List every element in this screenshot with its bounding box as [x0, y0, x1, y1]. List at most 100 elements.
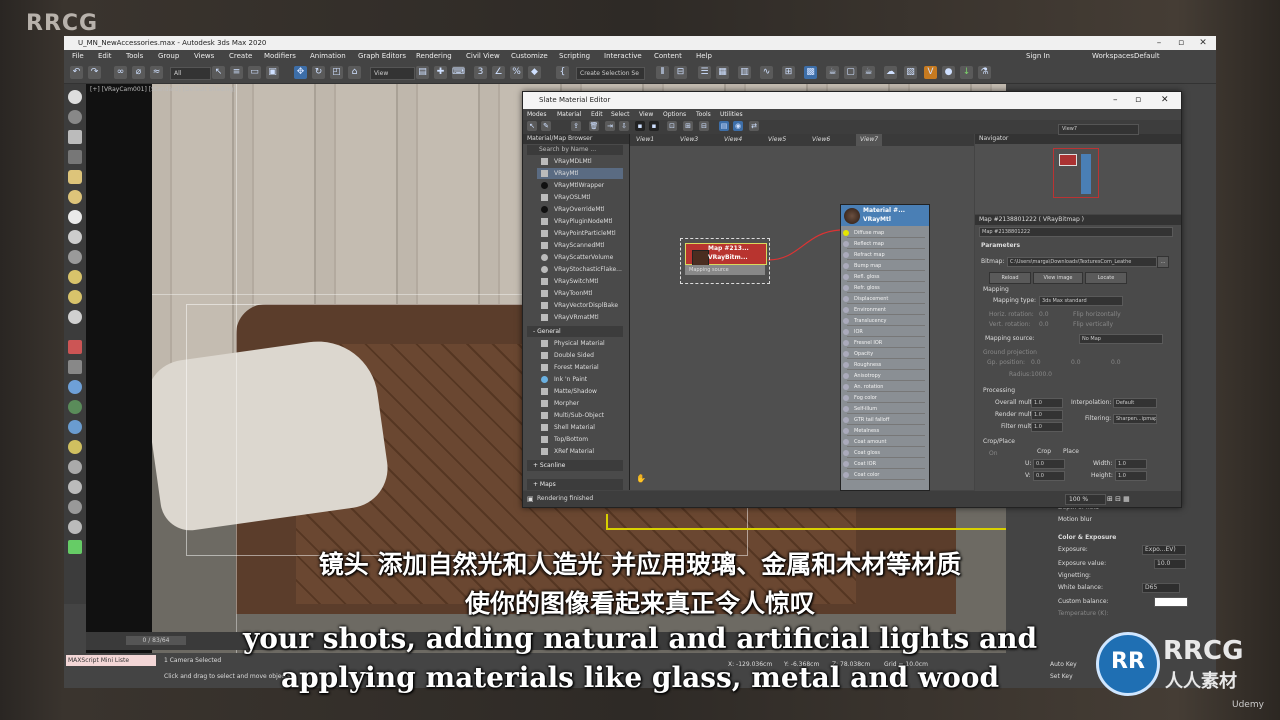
- browser-item[interactable]: Morpher: [537, 398, 623, 409]
- named-selection-icon[interactable]: {: [556, 66, 569, 79]
- scale-icon[interactable]: ◰: [330, 66, 343, 79]
- proxy-icon[interactable]: [68, 310, 82, 324]
- layout-icon[interactable]: ⊡: [667, 121, 677, 131]
- sme-menu-edit[interactable]: Edit: [591, 109, 603, 120]
- browser-item[interactable]: VRayScannedMtl: [537, 240, 623, 251]
- slot-fog-color[interactable]: Fog color: [843, 393, 925, 403]
- select-by-material-icon[interactable]: ◉: [733, 121, 743, 131]
- render-region-icon[interactable]: [68, 480, 82, 494]
- a360-icon[interactable]: ▧: [904, 66, 917, 79]
- browser-item[interactable]: VRayPointParticleMtl: [537, 228, 623, 239]
- grid-icon[interactable]: [68, 360, 82, 374]
- interpolation-dropdown[interactable]: Default: [1113, 398, 1157, 408]
- crop-on-checkbox[interactable]: On: [989, 450, 998, 457]
- browser-item[interactable]: Top/Bottom: [537, 434, 623, 445]
- omni-light-icon[interactable]: [68, 290, 82, 304]
- reference-coordinate-dropdown[interactable]: View: [370, 67, 415, 80]
- sun-icon[interactable]: [68, 190, 82, 204]
- close-icon[interactable]: ✕: [1161, 92, 1169, 109]
- light-icon[interactable]: [68, 170, 82, 184]
- browser-item[interactable]: VRayOSLMtl: [537, 192, 623, 203]
- overall-mult-field[interactable]: 1.0: [1031, 398, 1063, 408]
- vray-tools-icon[interactable]: ⚗: [978, 66, 991, 79]
- sme-menu-options[interactable]: Options: [663, 109, 686, 120]
- render-mult-field[interactable]: 1.0: [1031, 410, 1063, 420]
- selection-filter-dropdown[interactable]: All: [170, 67, 211, 80]
- menu-rendering[interactable]: Rendering: [416, 50, 452, 63]
- box-icon[interactable]: [68, 130, 82, 144]
- node-view[interactable]: View1 View3 View4 View5 View6 View7 Map …: [630, 134, 974, 491]
- menu-content[interactable]: Content: [654, 50, 682, 63]
- gp-y-field[interactable]: 0.0: [1071, 359, 1081, 366]
- render-iterative-icon[interactable]: ☁: [884, 66, 897, 79]
- mirror-icon[interactable]: ⫴: [656, 66, 669, 79]
- vert-rotation-field[interactable]: 0.0: [1039, 321, 1049, 328]
- color-picker-icon[interactable]: [68, 440, 82, 454]
- menu-interactive[interactable]: Interactive: [604, 50, 642, 63]
- browser-item[interactable]: Ink 'n Paint: [537, 374, 623, 385]
- flip-vertically-checkbox[interactable]: Flip vertically: [1073, 321, 1113, 328]
- browser-search-input[interactable]: Search by Name ...: [527, 145, 623, 155]
- delete-icon[interactable]: 🗑: [589, 121, 599, 131]
- info-icon[interactable]: [68, 520, 82, 534]
- vraymtl-node[interactable]: Material #... VRayMtl Diffuse map Reflec…: [840, 204, 930, 491]
- filtering-dropdown[interactable]: Sharpen...ipmap: [1113, 414, 1157, 424]
- slot-opacity[interactable]: Opacity: [843, 349, 925, 359]
- render-production-icon[interactable]: ☕: [862, 66, 875, 79]
- undo-icon[interactable]: ↶: [70, 66, 83, 79]
- slot-translucency[interactable]: Translucency: [843, 316, 925, 326]
- menu-tools[interactable]: Tools: [126, 50, 143, 63]
- sme-menu-view[interactable]: View: [639, 109, 653, 120]
- menu-animation[interactable]: Animation: [310, 50, 346, 63]
- navigator-toggle-icon[interactable]: ⇄: [749, 121, 759, 131]
- horiz-rotation-field[interactable]: 0.0: [1039, 311, 1049, 318]
- show-map-icon[interactable]: ▪: [635, 121, 645, 131]
- teapot-icon[interactable]: [68, 90, 82, 104]
- slot-displacement[interactable]: Displacement: [843, 294, 925, 304]
- percent-snap-icon[interactable]: %: [510, 66, 523, 79]
- toggle-ribbon-icon[interactable]: ▥: [738, 66, 751, 79]
- pan-hand-icon[interactable]: ✋: [636, 474, 646, 483]
- angle-snap-icon[interactable]: ∠: [492, 66, 505, 79]
- schematic-view-icon[interactable]: ⊞: [782, 66, 795, 79]
- browser-group-maps[interactable]: + Maps: [527, 479, 623, 490]
- move-icon[interactable]: ✥: [294, 66, 307, 79]
- mapping-source-slot[interactable]: Mapping source: [685, 265, 765, 275]
- view-image-button[interactable]: View image: [1033, 272, 1083, 284]
- browser-group-scanline[interactable]: + Scanline: [527, 460, 623, 471]
- sme-menu-select[interactable]: Select: [611, 109, 630, 120]
- minimize-icon[interactable]: –: [1113, 92, 1118, 109]
- browser-item[interactable]: VRayVectorDisplBake: [537, 300, 623, 311]
- browser-item[interactable]: VRayOverrideMtl: [537, 204, 623, 215]
- menu-create[interactable]: Create: [229, 50, 252, 63]
- snap-3d-icon[interactable]: 3: [474, 66, 487, 79]
- rotate-icon[interactable]: ↻: [312, 66, 325, 79]
- plane-icon[interactable]: [68, 250, 82, 264]
- browser-item[interactable]: XRef Material: [537, 446, 623, 457]
- browser-item[interactable]: VRayToonMtl: [537, 288, 623, 299]
- window-crossing-icon[interactable]: ▣: [266, 66, 279, 79]
- eyedropper-icon[interactable]: ✎: [541, 121, 551, 131]
- menu-civil-view[interactable]: Civil View: [466, 50, 500, 63]
- rendered-frame-icon[interactable]: ▢: [844, 66, 857, 79]
- slot-self-illum[interactable]: Self-illum: [843, 404, 925, 414]
- zoom-icons[interactable]: ⊞ ⊟ ▦: [1107, 491, 1130, 507]
- browser-item[interactable]: VRayMDLMtl: [537, 156, 623, 167]
- redo-icon[interactable]: ↷: [88, 66, 101, 79]
- browser-item[interactable]: Multi/Sub-Object: [537, 410, 623, 421]
- bitmap-path-field[interactable]: C:\Users\marga\Downloads\TexturesCom_Lea…: [1007, 257, 1157, 267]
- slot-ior[interactable]: IOR: [843, 327, 925, 337]
- u-field[interactable]: 0.0: [1033, 459, 1065, 469]
- slot-bump-map[interactable]: Bump map: [843, 261, 925, 271]
- help-icon[interactable]: [68, 500, 82, 514]
- reload-button[interactable]: Reload: [989, 272, 1031, 284]
- menu-edit[interactable]: Edit: [98, 50, 112, 63]
- menu-group[interactable]: Group: [158, 50, 179, 63]
- slot-refr-gloss[interactable]: Refr. gloss: [843, 283, 925, 293]
- browser-item[interactable]: VRaySwitchMtl: [537, 276, 623, 287]
- material-map-browser-icon[interactable]: ⊟: [699, 121, 709, 131]
- globe-icon[interactable]: [68, 380, 82, 394]
- layout-children-icon[interactable]: ⊞: [683, 121, 693, 131]
- rect-selection-icon[interactable]: ▭: [248, 66, 261, 79]
- sign-in-link[interactable]: Sign In: [1026, 50, 1050, 63]
